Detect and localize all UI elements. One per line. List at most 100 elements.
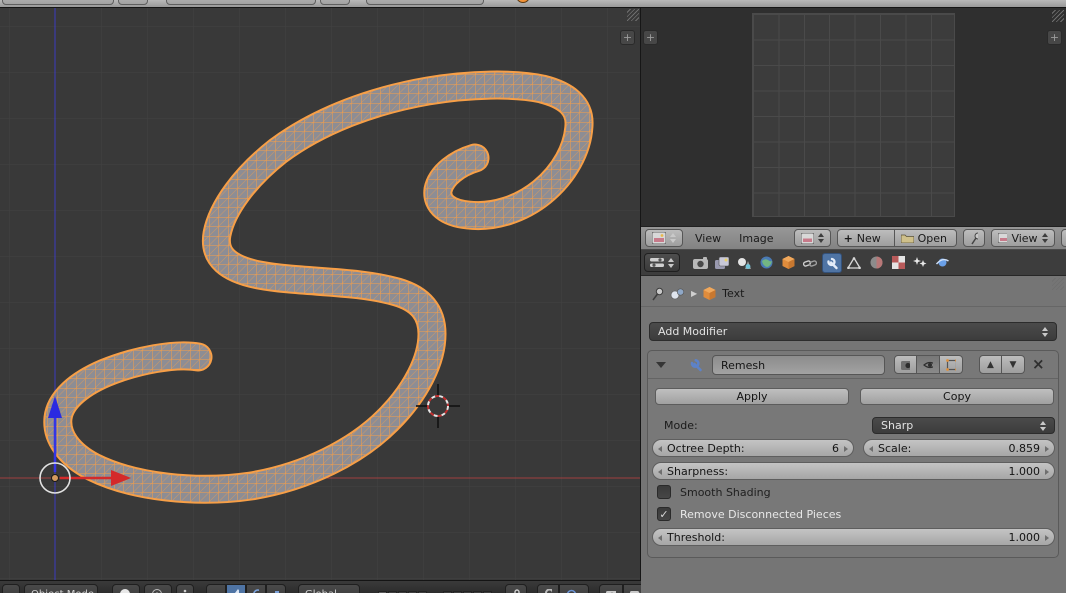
image-datablock-browse[interactable] [794,229,831,247]
uv-editor-header: View Image + New Open View [641,226,1066,250]
move-modifier-down-button[interactable]: ▼ [1002,355,1025,374]
tab-particles[interactable] [910,253,930,273]
uv-view-dropdown[interactable]: View [991,229,1055,247]
info-bar: Default Scene Blender Render Verts:1,536… [0,0,1066,8]
editor-type-button-uv[interactable] [645,229,683,247]
render-visibility-toggle[interactable] [894,355,917,374]
breadcrumb-object-name: Text [722,287,744,300]
uv-expand-right-button[interactable]: + [1047,30,1062,45]
layout-add-button[interactable] [118,0,148,5]
render-opengl-anim-button[interactable] [623,584,641,593]
manipulator-toggle[interactable] [206,584,226,593]
editor-type-button-3dview[interactable] [2,584,20,593]
remove-disconnected-checkbox[interactable]: ✓ [657,507,671,521]
smooth-shading-checkbox[interactable] [657,485,671,499]
uv-expand-left-button[interactable]: + [643,30,658,45]
apply-button[interactable]: Apply [655,388,849,405]
tab-object-data[interactable] [844,253,864,273]
tab-render-layers[interactable] [712,253,732,273]
viewport-3d[interactable]: + [0,8,641,580]
tab-world[interactable] [756,253,776,273]
threshold-slider[interactable]: Threshold: 1.000 [652,528,1055,546]
tab-modifiers[interactable] [822,253,842,273]
transform-orientation-dropdown[interactable]: Global [298,584,360,593]
mode-dropdown[interactable]: Sharp [872,417,1055,434]
viewport-expand-button[interactable]: + [620,30,635,45]
material-icon [870,256,883,269]
scale-label: Scale: [878,442,1009,455]
viewport-visibility-toggle[interactable] [917,355,940,374]
sharpness-label: Sharpness: [667,465,1009,478]
tab-render[interactable] [690,253,710,273]
tab-physics[interactable] [932,253,952,273]
editor-type-button-properties[interactable] [644,253,680,272]
viewport-canvas[interactable] [0,8,640,580]
object-data-icon [847,257,861,269]
image-editor-icon [652,232,666,244]
add-modifier-dropdown[interactable]: Add Modifier [649,322,1057,341]
particles-icon [913,256,927,269]
image-pin-button[interactable] [963,229,985,247]
pivot-align-toggle[interactable] [176,584,194,593]
pivot-point-dropdown[interactable] [144,584,172,593]
viewport-shading-dropdown[interactable] [112,584,140,593]
octree-depth-value: 6 [832,442,839,455]
tab-scene[interactable] [734,253,754,273]
uv-image-editor[interactable]: + + [641,8,1066,226]
pin-icon[interactable] [651,287,664,301]
modifier-display-toggles [894,355,963,374]
sharpness-slider[interactable]: Sharpness: 1.000 [652,462,1055,480]
snap-toggle[interactable] [537,584,559,593]
plus-icon: + [844,232,853,245]
render-camera-icon [693,257,708,269]
image-open-button[interactable]: Open [895,229,957,247]
props-corner-grip[interactable] [1052,278,1064,290]
scale-slider[interactable]: Scale: 0.859 [863,439,1055,457]
uv-pivot-button[interactable] [1061,229,1066,247]
texture-icon [892,256,905,269]
menu-image[interactable]: Image [733,232,779,245]
tab-constraints[interactable] [800,253,820,273]
object-origin [52,475,59,482]
threshold-label: Threshold: [667,531,1009,544]
scene-add-button[interactable] [320,0,350,5]
pin-icon [970,232,978,245]
collapse-triangle-icon[interactable] [656,362,666,368]
camera-still-icon [606,590,616,593]
scene-stats: Verts:1,536 | Faces:1,534 | Tris:3,068 |… [544,0,922,1]
modifier-name-field[interactable]: Remesh [712,355,885,375]
editmode-visibility-toggle[interactable] [940,355,963,374]
pivot-icon [151,588,163,593]
scene-dropdown[interactable]: Scene [166,0,316,5]
tab-object[interactable] [778,253,798,273]
delete-modifier-button[interactable]: × [1032,355,1045,374]
snap-element-dropdown[interactable] [559,584,589,593]
object-icon[interactable] [670,287,685,300]
render-engine-dropdown[interactable]: Blender Render [366,0,484,5]
menu-view[interactable]: View [689,232,727,245]
tab-material[interactable] [866,253,886,273]
snap-increment-icon [566,589,577,593]
object-cube-icon [782,256,795,269]
tab-texture[interactable] [888,253,908,273]
camera-toggle-icon [901,360,910,370]
scale-value: 0.859 [1009,442,1041,455]
octree-depth-slider[interactable]: Octree Depth: 6 [652,439,854,457]
manipulator-scale-toggle[interactable] [266,584,286,593]
breadcrumb: ▶ Text [641,281,1066,307]
area-corner-grip[interactable] [627,9,639,21]
uv-corner-grip[interactable] [1052,10,1064,22]
sharpness-value: 1.000 [1009,465,1041,478]
modifier-wrench-icon [688,357,703,372]
object-mode-dropdown[interactable]: Object Mode [24,584,98,593]
new-label: New [857,232,881,245]
lock-to-scene-toggle[interactable] [505,584,527,593]
manipulator-translate-toggle[interactable] [226,584,246,593]
image-new-button[interactable]: + New [837,229,895,247]
screen-layout-dropdown[interactable]: Default [2,0,114,5]
manipulator-rotate-toggle[interactable] [246,584,266,593]
move-modifier-up-button[interactable]: ▲ [979,355,1002,374]
render-opengl-button[interactable] [599,584,623,593]
copy-button[interactable]: Copy [860,388,1054,405]
mode-label: Mode: [664,419,698,432]
